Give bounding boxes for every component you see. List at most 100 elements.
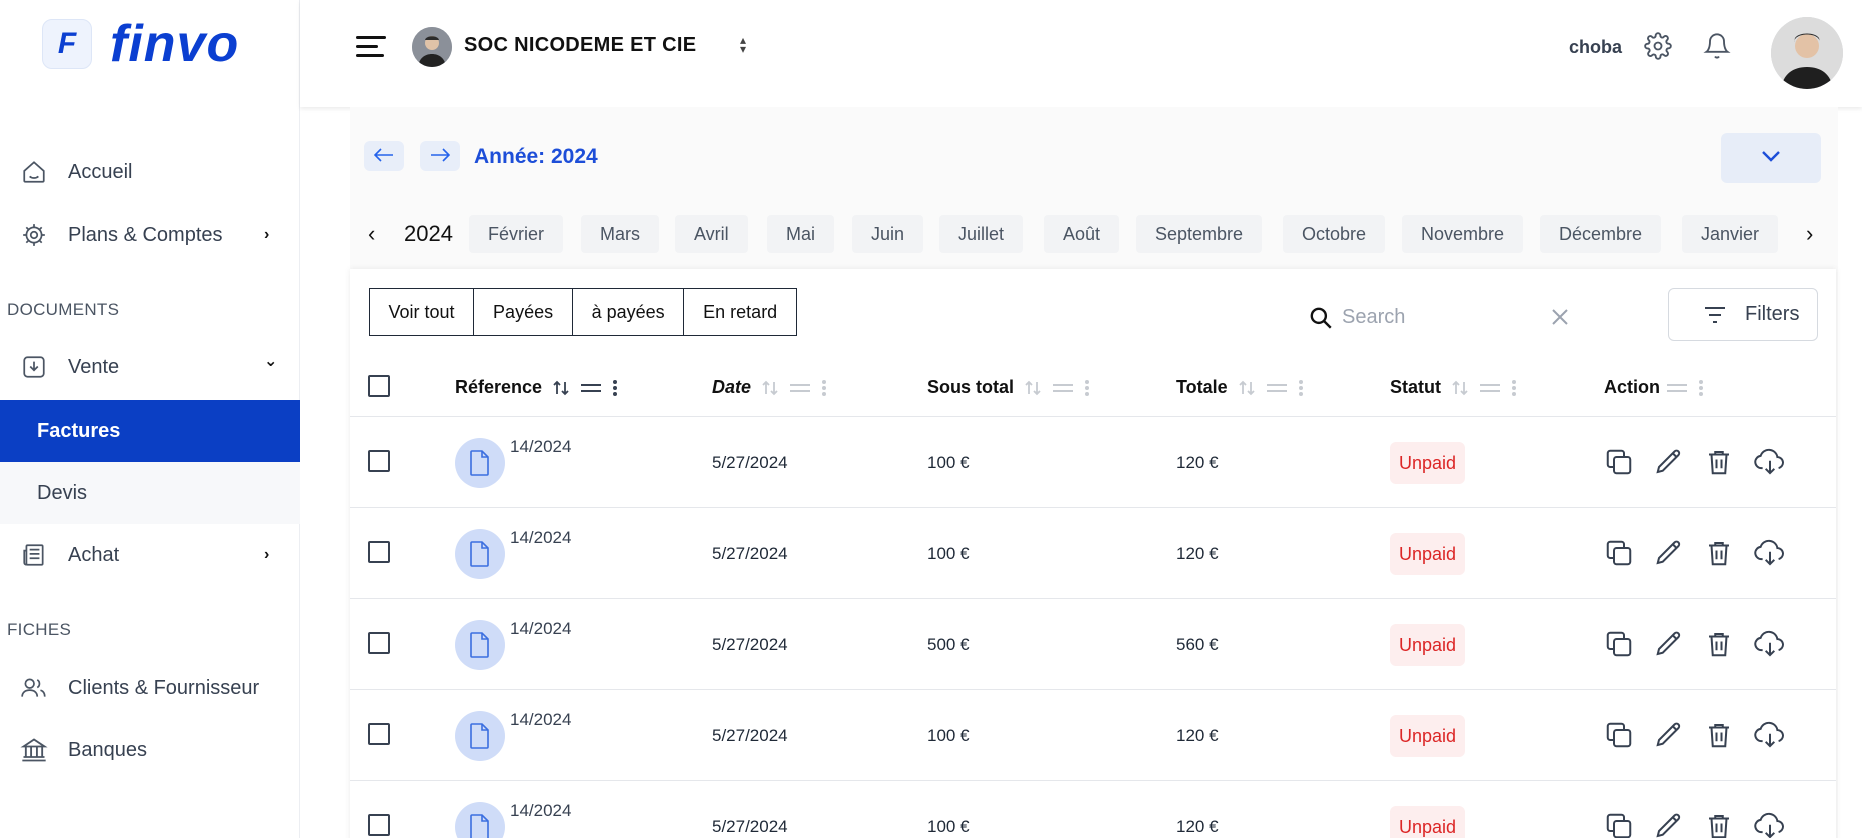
copy-icon[interactable] xyxy=(1604,538,1636,570)
edit-icon[interactable] xyxy=(1654,720,1686,752)
month-avril[interactable]: Avril xyxy=(675,215,748,253)
edit-icon[interactable] xyxy=(1654,629,1686,661)
column-action[interactable]: Action xyxy=(1604,377,1704,398)
sort-icon[interactable] xyxy=(761,379,779,397)
column-menu-icon[interactable] xyxy=(612,379,618,397)
edit-icon[interactable] xyxy=(1654,538,1686,570)
months-next-icon[interactable]: › xyxy=(1806,221,1813,247)
copy-icon[interactable] xyxy=(1604,811,1636,838)
tab-payees[interactable]: Payées xyxy=(473,288,574,336)
month-fevrier[interactable]: Février xyxy=(469,215,564,253)
sort-icon[interactable] xyxy=(552,379,570,397)
column-menu-icon[interactable] xyxy=(1511,379,1517,397)
sidebar-item-vente[interactable]: Vente ⌄ xyxy=(0,337,300,397)
search-input[interactable] xyxy=(1342,297,1572,337)
column-reference[interactable]: Réference xyxy=(455,377,618,398)
copy-icon[interactable] xyxy=(1604,720,1636,752)
sort-icon[interactable] xyxy=(1024,379,1042,397)
table-row[interactable]: 14/2024 5/27/2024 100 € 120 € Unpaid xyxy=(350,690,1836,781)
column-resize-icon[interactable] xyxy=(789,382,811,394)
month-juillet[interactable]: Juillet xyxy=(939,215,1024,253)
cell-reference[interactable]: 14/2024 xyxy=(510,437,571,457)
tab-voir-tout[interactable]: Voir tout xyxy=(368,288,475,336)
column-totale[interactable]: Totale xyxy=(1176,377,1304,398)
collapse-toggle-button[interactable] xyxy=(1721,133,1821,183)
row-checkbox[interactable] xyxy=(368,450,390,472)
month-mai[interactable]: Mai xyxy=(767,215,835,253)
logo[interactable]: F finvo xyxy=(42,18,239,70)
menu-toggle-icon[interactable] xyxy=(356,36,386,58)
column-menu-icon[interactable] xyxy=(821,379,827,397)
cloud-download-icon[interactable] xyxy=(1754,720,1786,752)
column-resize-icon[interactable] xyxy=(1666,382,1688,394)
sidebar-item-factures[interactable]: Factures xyxy=(0,400,300,462)
trash-icon[interactable] xyxy=(1704,629,1736,661)
username[interactable]: choba xyxy=(1569,37,1622,58)
month-janvier[interactable]: Janvier xyxy=(1682,215,1779,253)
sidebar-item-accueil[interactable]: Accueil xyxy=(0,142,300,202)
edit-icon[interactable] xyxy=(1654,811,1686,838)
sidebar-item-achat[interactable]: Achat › xyxy=(0,525,300,585)
month-octobre[interactable]: Octobre xyxy=(1283,215,1386,253)
column-menu-icon[interactable] xyxy=(1298,379,1304,397)
trash-icon[interactable] xyxy=(1704,447,1736,479)
sidebar-item-label: Devis xyxy=(37,481,88,504)
company-select-icon[interactable]: ▴ ▾ xyxy=(740,34,746,55)
row-checkbox[interactable] xyxy=(368,632,390,654)
column-menu-icon[interactable] xyxy=(1084,379,1090,397)
month-novembre[interactable]: Novembre xyxy=(1402,215,1524,253)
settings-icon[interactable] xyxy=(1644,32,1674,62)
previous-year-button[interactable] xyxy=(364,141,404,171)
month-mars[interactable]: Mars xyxy=(581,215,659,253)
cloud-download-icon[interactable] xyxy=(1754,538,1786,570)
column-date[interactable]: Date xyxy=(712,377,827,398)
edit-icon[interactable] xyxy=(1654,447,1686,479)
sort-icon[interactable] xyxy=(1238,379,1256,397)
cell-reference[interactable]: 14/2024 xyxy=(510,528,571,548)
table-row[interactable]: 14/2024 5/27/2024 500 € 560 € Unpaid xyxy=(350,599,1836,690)
month-aout[interactable]: Août xyxy=(1044,215,1120,253)
month-septembre[interactable]: Septembre xyxy=(1136,215,1263,253)
column-statut[interactable]: Statut xyxy=(1390,377,1517,398)
table-row[interactable]: 14/2024 5/27/2024 100 € 120 € Unpaid xyxy=(350,781,1836,838)
column-resize-icon[interactable] xyxy=(580,382,602,394)
column-sous-total[interactable]: Sous total xyxy=(927,377,1090,398)
column-resize-icon[interactable] xyxy=(1266,382,1288,394)
tab-en-retard[interactable]: En retard xyxy=(683,288,798,336)
sidebar-item-clients-fournisseur[interactable]: Clients & Fournisseur xyxy=(0,658,300,718)
row-checkbox[interactable] xyxy=(368,723,390,745)
column-menu-icon[interactable] xyxy=(1698,379,1704,397)
copy-icon[interactable] xyxy=(1604,629,1636,661)
column-resize-icon[interactable] xyxy=(1479,382,1501,394)
column-resize-icon[interactable] xyxy=(1052,382,1074,394)
bell-icon[interactable] xyxy=(1703,32,1733,62)
copy-icon[interactable] xyxy=(1604,447,1636,479)
cloud-download-icon[interactable] xyxy=(1754,811,1786,838)
sidebar-item-plans-comptes[interactable]: Plans & Comptes › xyxy=(0,205,300,265)
cloud-download-icon[interactable] xyxy=(1754,447,1786,479)
next-year-button[interactable] xyxy=(420,141,460,171)
sort-icon[interactable] xyxy=(1451,379,1469,397)
month-decembre[interactable]: Décembre xyxy=(1540,215,1662,253)
cell-reference[interactable]: 14/2024 xyxy=(510,801,571,821)
cell-reference[interactable]: 14/2024 xyxy=(510,710,571,730)
table-row[interactable]: 14/2024 5/27/2024 100 € 120 € Unpaid xyxy=(350,417,1836,508)
months-prev-icon[interactable]: ‹ xyxy=(368,221,375,247)
trash-icon[interactable] xyxy=(1704,538,1736,570)
trash-icon[interactable] xyxy=(1704,720,1736,752)
row-checkbox[interactable] xyxy=(368,541,390,563)
month-juin[interactable]: Juin xyxy=(852,215,924,253)
close-icon[interactable] xyxy=(1548,305,1572,329)
cell-reference[interactable]: 14/2024 xyxy=(510,619,571,639)
table-row[interactable]: 14/2024 5/27/2024 100 € 120 € Unpaid xyxy=(350,508,1836,599)
select-all-checkbox[interactable] xyxy=(368,375,390,397)
filters-button[interactable]: Filters xyxy=(1668,288,1818,341)
sidebar-item-devis[interactable]: Devis xyxy=(0,462,300,524)
company-name[interactable]: SOC NICODEME ET CIE xyxy=(464,34,696,57)
row-checkbox[interactable] xyxy=(368,814,390,836)
sidebar-item-banques[interactable]: Banques xyxy=(0,720,300,780)
cloud-download-icon[interactable] xyxy=(1754,629,1786,661)
tab-a-payees[interactable]: à payées xyxy=(571,288,685,336)
user-avatar[interactable] xyxy=(1771,17,1843,89)
trash-icon[interactable] xyxy=(1704,811,1736,838)
